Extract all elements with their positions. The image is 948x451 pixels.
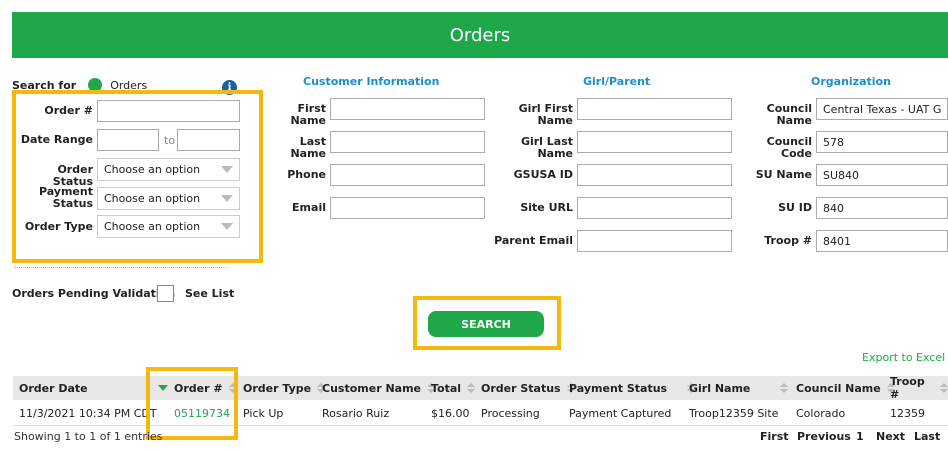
page-header: Orders [12, 12, 948, 58]
su-name-input[interactable]: SU840 [816, 164, 948, 186]
gsusa-id-input[interactable] [577, 164, 732, 186]
col-order-date[interactable]: Order Date [19, 376, 88, 400]
col-council-name[interactable]: Council Name [796, 376, 895, 400]
girl-first-name-label: Girl First Name [518, 102, 573, 127]
su-id-input[interactable]: 840 [816, 197, 948, 219]
parent-email-label: Parent Email [494, 234, 573, 247]
su-name-label: SU Name [755, 168, 812, 181]
divider [14, 267, 228, 268]
gsusa-id-label: GSUSA ID [513, 168, 573, 181]
council-code-label: Council Code [766, 135, 812, 160]
sort-icon [467, 383, 476, 393]
col-troop-no[interactable]: Troop # [890, 375, 948, 401]
col-payment-status[interactable]: Payment Status [569, 376, 696, 400]
cell-order-status: Processing [481, 406, 540, 420]
parent-email-input[interactable] [577, 230, 732, 252]
site-url-input[interactable] [577, 197, 732, 219]
cell-order-type: Pick Up [243, 406, 284, 420]
col-girl-name[interactable]: Girl Name [689, 376, 789, 400]
girl-last-name-label: Girl Last Name [520, 135, 573, 160]
col-total[interactable]: Total [431, 376, 476, 400]
cell-girl-name: Troop12359 Site [689, 406, 779, 420]
last-name-label: Last Name [290, 135, 326, 160]
customer-info-heading: Customer Information [303, 75, 440, 88]
pending-validation-checkbox[interactable] [157, 285, 174, 302]
girl-first-name-input[interactable] [577, 98, 732, 120]
girl-last-name-input[interactable] [577, 131, 732, 153]
pager-page-1[interactable]: 1 [856, 430, 864, 443]
cell-customer-name: Rosario Ruiz [322, 406, 390, 420]
pending-validation-label: Orders Pending Validation [12, 287, 176, 300]
page-title: Orders [449, 24, 511, 46]
col-order-type[interactable]: Order Type [243, 376, 326, 400]
export-to-excel-link[interactable]: Export to Excel [862, 351, 945, 364]
cell-troop-no: 12359 [890, 406, 925, 420]
cell-payment-status: Payment Captured [569, 406, 672, 420]
email-label: Email [292, 201, 326, 214]
pager-previous[interactable]: Previous [797, 430, 851, 443]
phone-input[interactable] [330, 164, 485, 186]
sort-icon [780, 383, 789, 393]
phone-label: Phone [287, 168, 326, 181]
cell-order-date: 11/3/2021 10:34 PM CDT [19, 406, 157, 420]
sort-icon [940, 383, 948, 393]
email-input[interactable] [330, 197, 485, 219]
pager-last[interactable]: Last [914, 430, 940, 443]
first-name-input[interactable] [330, 98, 485, 120]
highlight-left-form [12, 90, 263, 263]
cell-total: $16.00 [431, 406, 470, 420]
troop-input[interactable]: 8401 [816, 230, 948, 252]
su-id-label: SU ID [778, 201, 812, 214]
showing-entries: Showing 1 to 1 of 1 entries [14, 430, 163, 443]
site-url-label: Site URL [520, 201, 573, 214]
pager-next[interactable]: Next [876, 430, 905, 443]
search-button[interactable]: SEARCH [428, 311, 544, 337]
see-list-link[interactable]: See List [185, 288, 234, 300]
council-name-label: Council Name [766, 102, 812, 127]
troop-label: Troop # [764, 234, 812, 247]
last-name-input[interactable] [330, 131, 485, 153]
girl-parent-heading: Girl/Parent [583, 75, 651, 88]
council-name-input[interactable]: Central Texas - UAT GBP [816, 98, 948, 120]
cell-council-name: Colorado [796, 406, 846, 420]
council-code-input[interactable]: 578 [816, 131, 948, 153]
col-order-status[interactable]: Order Status [481, 376, 575, 400]
col-customer-name[interactable]: Customer Name [322, 376, 435, 400]
pager-first[interactable]: First [760, 430, 789, 443]
first-name-label: First Name [290, 102, 326, 127]
organization-heading: Organization [811, 75, 891, 88]
